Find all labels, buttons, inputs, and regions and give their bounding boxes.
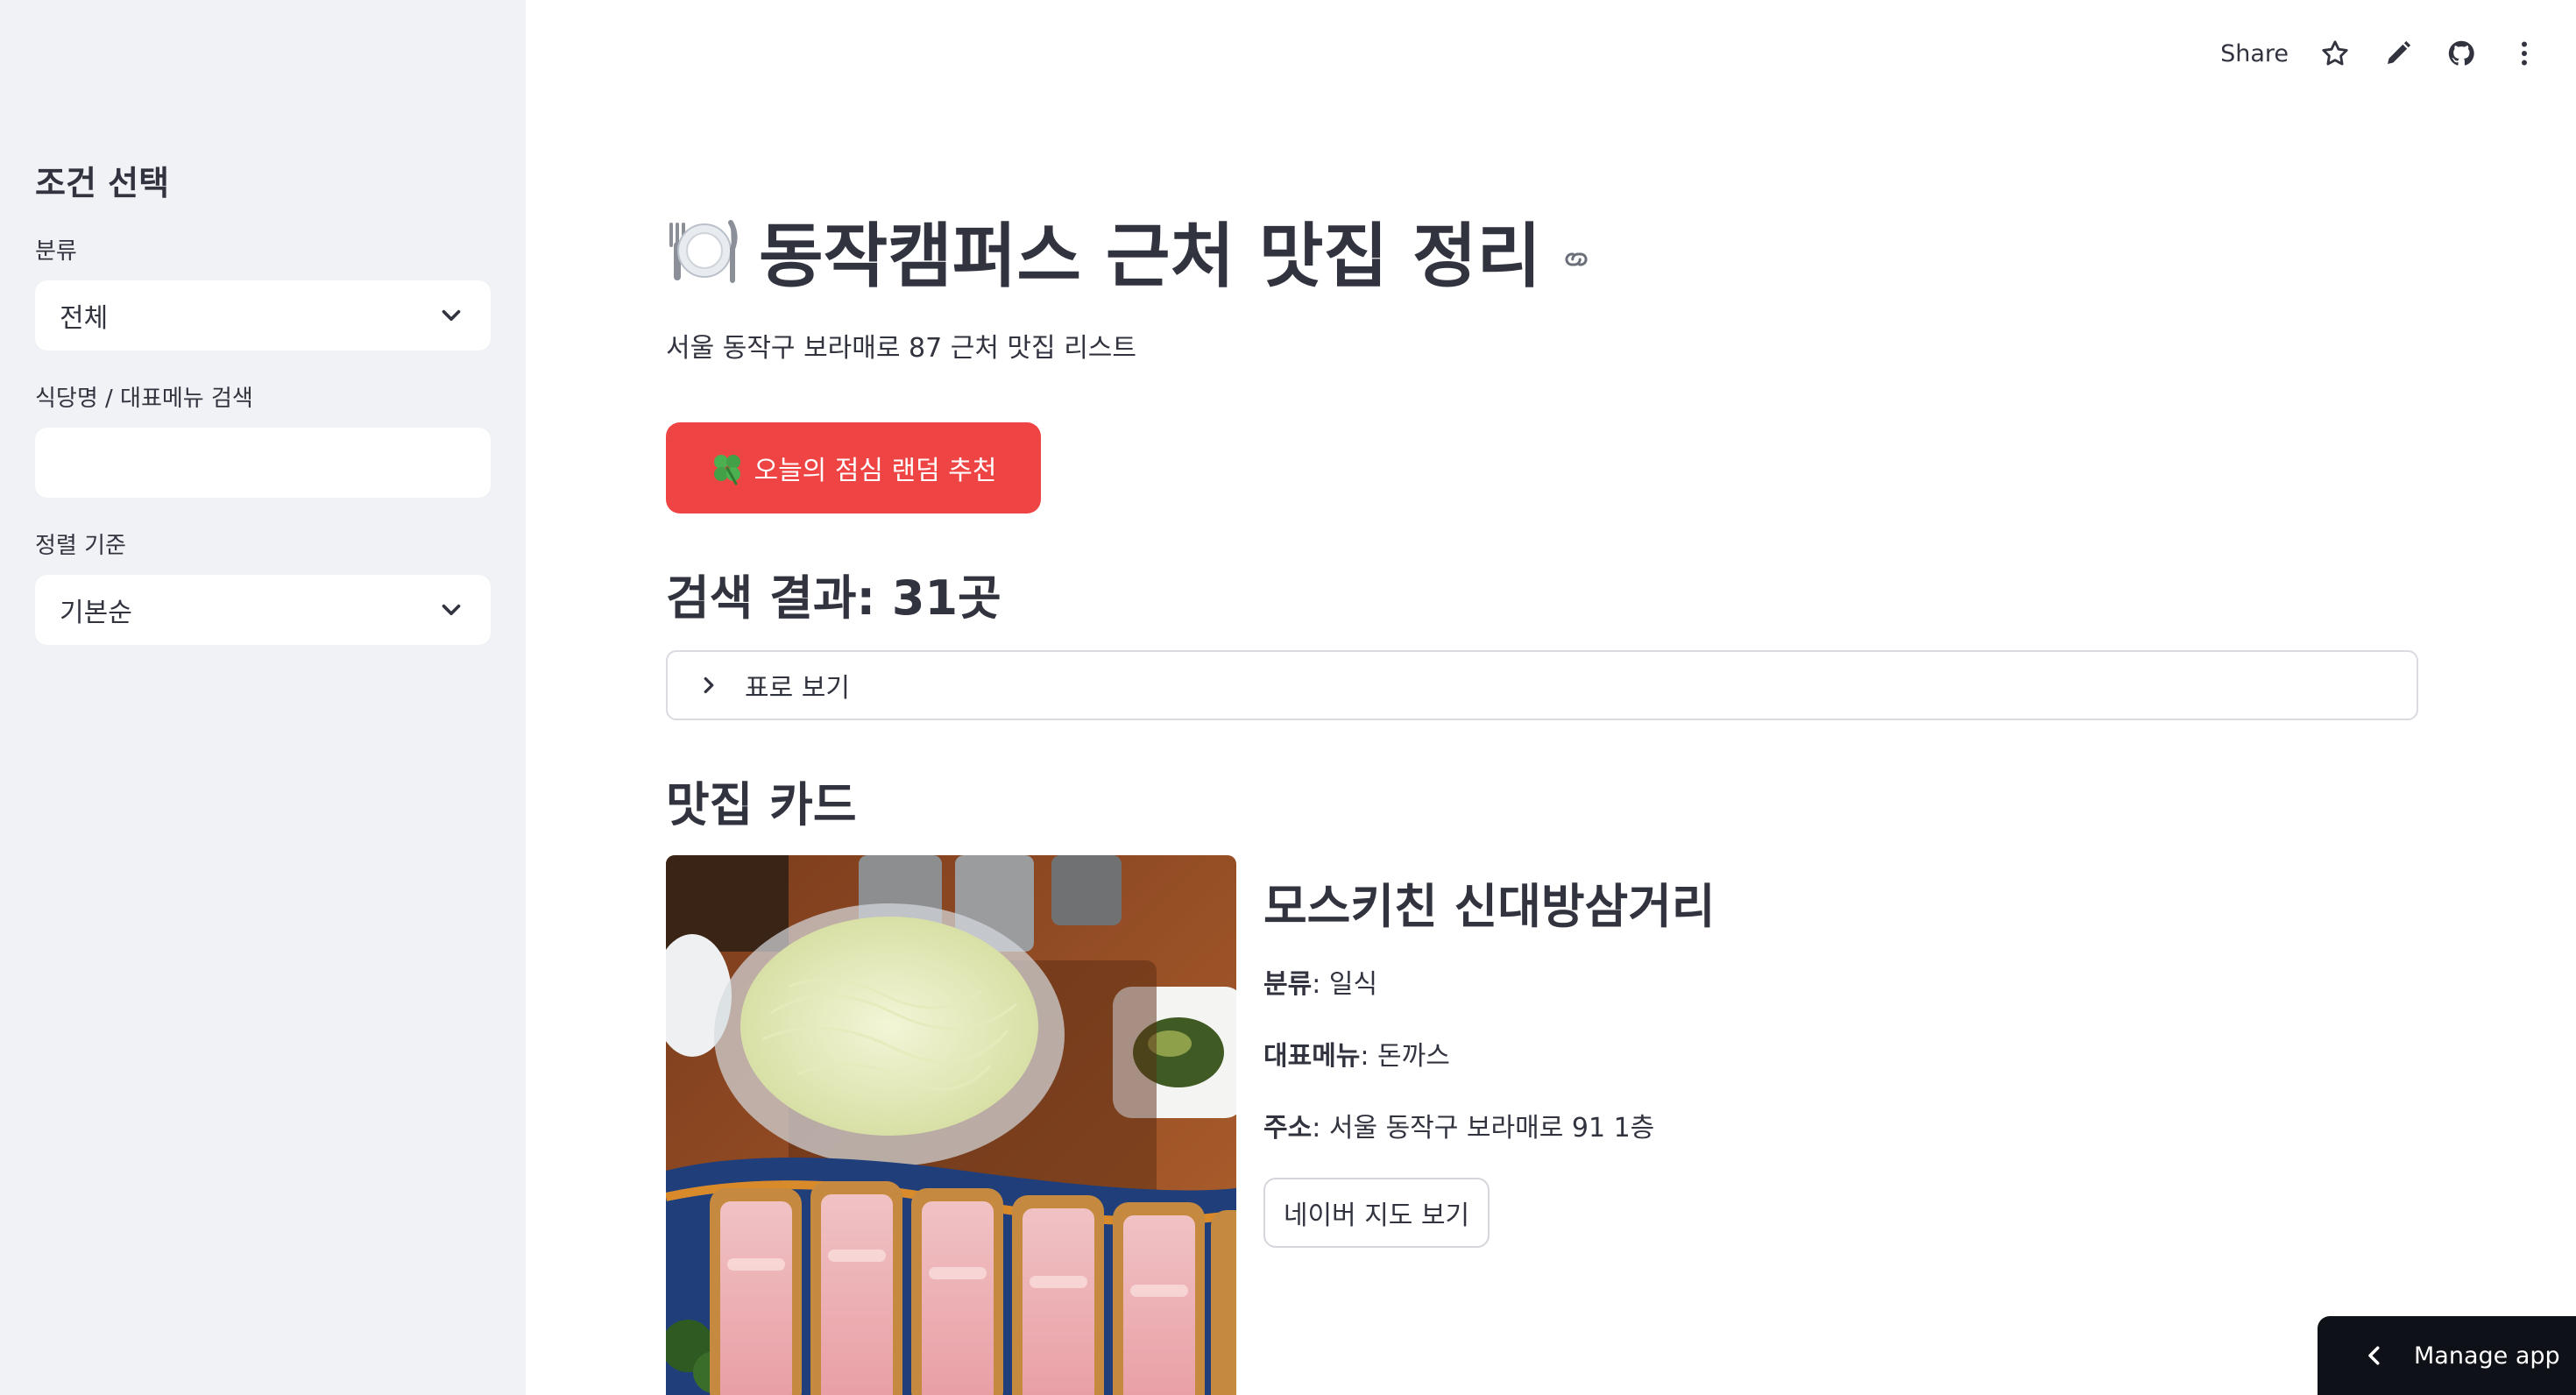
random-recommend-button[interactable]: 오늘의 점심 랜덤 추천	[666, 422, 1041, 513]
search-label: 식당명 / 대표메뉴 검색	[35, 386, 253, 412]
manage-app-button[interactable]: Manage app	[2318, 1316, 2576, 1395]
plate-cutlery-icon	[669, 220, 738, 283]
page-title: 동작캠퍼스 근처 맛집 정리	[666, 200, 1592, 301]
restaurant-category: 분류: 일식	[1263, 962, 1377, 1001]
results-heading: 검색 결과: 31곳	[666, 570, 1001, 626]
chevron-down-icon	[442, 604, 461, 616]
category-key: 분류	[1263, 969, 1313, 1000]
sort-select[interactable]: 기본순	[35, 575, 491, 645]
category-label: 분류	[35, 238, 77, 265]
sort-select-value: 기본순	[60, 598, 132, 628]
address-value: : 서울 동작구 보라매로 91 1층	[1312, 1113, 1655, 1144]
app-root: 조건 선택 분류 전체 식당명 / 대표메뉴 검색 정렬 기준 기본순 Shar…	[0, 0, 2576, 1395]
more-vertical-icon[interactable]	[2508, 37, 2541, 70]
category-value: : 일식	[1312, 969, 1378, 1000]
restaurant-photo	[666, 855, 1236, 1395]
cards-heading: 맛집 카드	[666, 777, 857, 832]
restaurant-address: 주소: 서울 동작구 보라매로 91 1층	[1263, 1106, 1654, 1144]
random-recommend-label: 오늘의 점심 랜덤 추천	[754, 456, 997, 486]
sidebar-title: 조건 선택	[35, 164, 170, 202]
manage-app-label: Manage app	[2414, 1342, 2560, 1370]
sidebar: 조건 선택 분류 전체 식당명 / 대표메뉴 검색 정렬 기준 기본순	[0, 0, 526, 1395]
category-select-value: 전체	[60, 303, 109, 334]
page-title-text: 동작캠퍼스 근처 맛집 정리	[759, 216, 1542, 297]
menu-key: 대표메뉴	[1263, 1041, 1361, 1072]
chevron-right-icon	[704, 676, 714, 694]
sort-label: 정렬 기준	[35, 533, 126, 559]
github-icon[interactable]	[2445, 37, 2478, 70]
table-view-expander[interactable]: 표로 보기	[666, 650, 2418, 720]
tonkatsu-photo	[666, 855, 1236, 1395]
search-input[interactable]	[35, 428, 491, 498]
restaurant-card-info: 모스키친 신대방삼거리 분류: 일식 대표메뉴: 돈까스 주소: 서울 동작구 …	[1263, 867, 2315, 1248]
main-content: 동작캠퍼스 근처 맛집 정리 서울 동작구 보라매로 87 근처 맛집 리스트 …	[666, 0, 2418, 1395]
chevron-down-icon	[442, 309, 461, 322]
naver-map-button[interactable]: 네이버 지도 보기	[1263, 1178, 1490, 1248]
restaurant-name: 모스키친 신대방삼거리	[1263, 879, 1716, 934]
category-select[interactable]: 전체	[35, 280, 491, 351]
page-subtitle: 서울 동작구 보라매로 87 근처 맛집 리스트	[666, 333, 1136, 364]
menu-value: : 돈까스	[1360, 1041, 1450, 1072]
restaurant-menu: 대표메뉴: 돈까스	[1263, 1034, 1450, 1073]
address-key: 주소	[1263, 1113, 1313, 1144]
table-view-expander-label: 표로 보기	[745, 673, 850, 704]
four-leaf-clover-icon	[714, 455, 741, 485]
anchor-link-icon[interactable]	[1560, 244, 1592, 275]
chevron-left-icon	[2368, 1346, 2380, 1365]
